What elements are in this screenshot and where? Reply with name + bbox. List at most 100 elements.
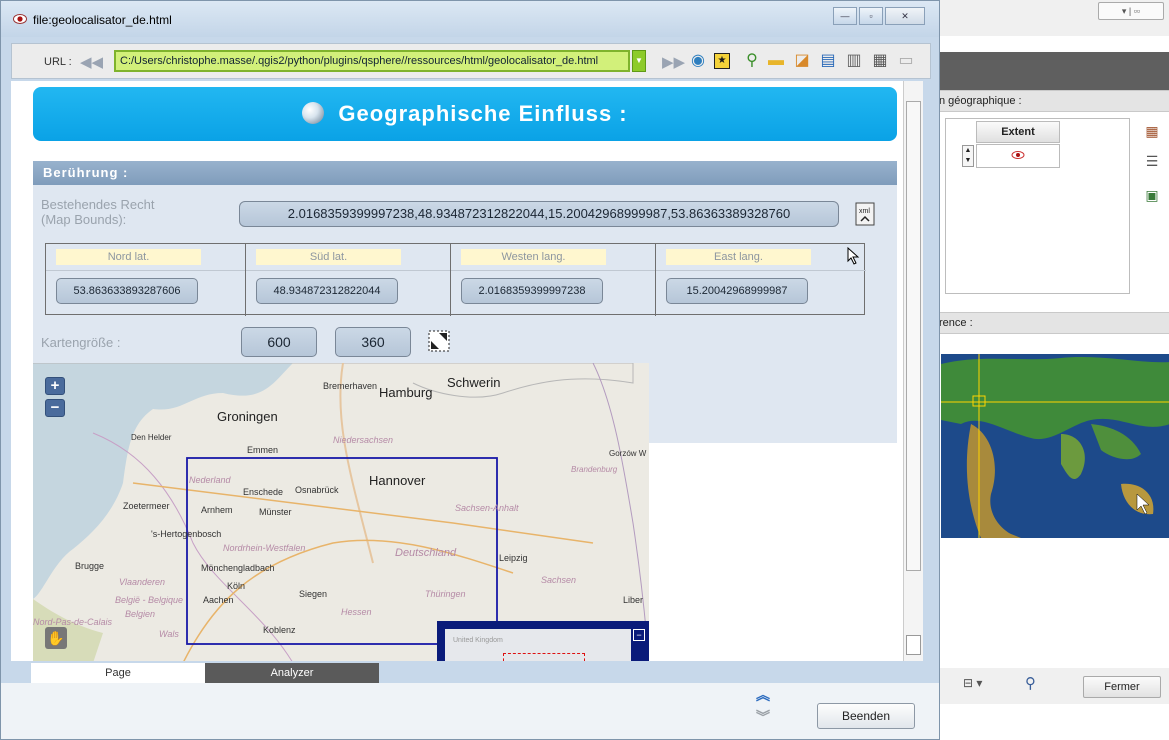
vertical-scrollbar[interactable]: [903, 81, 923, 661]
map-label: Brandenburg: [571, 465, 618, 474]
url-input[interactable]: [114, 50, 630, 72]
bottom-tabs: Page Analyzer: [31, 663, 379, 683]
picture-icon[interactable]: ▣: [1143, 186, 1161, 204]
ruler-dropdown-icon[interactable]: ⊟ ▾: [963, 676, 982, 690]
west-long-cell: Westen lang. 2.0168359399997238: [451, 244, 656, 316]
zoom-in-button[interactable]: +: [45, 377, 65, 395]
beenden-button[interactable]: Beenden: [817, 703, 915, 729]
map-view[interactable]: + − Bremerhaven Hamburg Schwerin Groning…: [33, 363, 649, 661]
maximize-button[interactable]: ▫: [859, 7, 883, 25]
resize-icon[interactable]: [427, 329, 451, 353]
row-spinner[interactable]: ▲ ▼: [962, 145, 974, 167]
tab-page[interactable]: Page: [31, 663, 205, 683]
geolocalisator-window: file:geolocalisator_de.html — ▫ ✕ URL : …: [0, 0, 940, 740]
printer-icon[interactable]: ▤: [818, 51, 838, 71]
cell-separator: [451, 270, 655, 271]
background-section-reference: rence :: [931, 312, 1169, 334]
map-label: Thüringen: [425, 589, 466, 599]
folder-icon[interactable]: ▬: [766, 51, 786, 71]
scroll-down-chevron-icon[interactable]: ︾: [756, 707, 770, 727]
extent-cell[interactable]: [976, 144, 1060, 168]
svg-text:xml: xml: [859, 208, 870, 215]
globe-icon: [302, 102, 325, 124]
background-dark-toolbar: [931, 52, 1169, 90]
overview-minimize-icon[interactable]: −: [633, 629, 645, 641]
cell-separator: [46, 270, 245, 271]
map-label: Bremerhaven: [323, 381, 378, 391]
overview-label: United Kingdom: [453, 637, 503, 644]
south-lat-field[interactable]: 48.934872312822044: [256, 278, 398, 304]
shield-icon[interactable]: ★: [714, 53, 730, 69]
background-extent-table: Extent ▲ ▼: [945, 118, 1130, 294]
background-titlebar: ▾ | ▫▫: [931, 0, 1169, 36]
map-label: Schwerin: [447, 375, 501, 390]
tab-analyzer[interactable]: Analyzer: [205, 663, 379, 683]
xml-icon[interactable]: ▥: [844, 51, 864, 71]
window-footer: [1, 683, 939, 739]
cell-separator: [656, 270, 866, 271]
background-app-window: ▾ | ▫▫ n géographique : Extent ▲ ▼ ▦ ☰ ▣ …: [930, 0, 1169, 740]
map-label: Hessen: [341, 607, 372, 617]
world-map-graphic: [941, 354, 1169, 538]
location-pin-icon[interactable]: ⚲: [742, 51, 762, 71]
banner-title: Geographische Einfluss :: [338, 101, 628, 126]
overview-map-inner: United Kingdom: [445, 629, 631, 661]
mouse-cursor-icon: [847, 247, 860, 265]
minimize-button[interactable]: —: [833, 7, 857, 25]
url-toolbar: URL : ◀◀ ▼ ▶▶ ◉ ★ ⚲ ▬ ◪ ▤ ▥ ▦ ▭: [11, 43, 931, 79]
export-icon[interactable]: ▦: [870, 51, 890, 71]
map-height-field[interactable]: 360: [335, 327, 411, 357]
back-arrow-icon[interactable]: ◀◀: [80, 53, 103, 71]
map-width-field[interactable]: 600: [241, 327, 317, 357]
map-label: Liber: [623, 595, 644, 605]
scrollbar-thumb[interactable]: [906, 101, 921, 571]
map-label: Arnhem: [201, 505, 233, 515]
page-banner: Geographische Einfluss :: [33, 87, 897, 141]
south-lat-cell: Süd lat. 48.934872312822044: [246, 244, 451, 316]
scroll-up-chevron-icon[interactable]: ︽: [756, 685, 770, 705]
map-label: Deutschland: [395, 547, 457, 559]
map-label: Nord-Pas-de-Calais: [33, 617, 113, 627]
map-label: Nederland: [189, 475, 231, 485]
map-label: Gorzów W: [609, 449, 647, 458]
overview-map[interactable]: United Kingdom −: [437, 621, 649, 661]
west-long-field[interactable]: 2.0168359399997238: [461, 278, 603, 304]
background-window-controls[interactable]: ▾ | ▫▫: [1098, 2, 1164, 20]
save-icon[interactable]: ▭: [896, 51, 916, 71]
scrollbar-down-button[interactable]: [906, 635, 921, 655]
pan-hand-icon[interactable]: ✋: [45, 627, 67, 649]
map-label: Koblenz: [263, 625, 296, 635]
map-label: Sachsen: [541, 575, 577, 585]
north-lat-field[interactable]: 53.863633893287606: [56, 278, 198, 304]
map-bounds-field[interactable]: 2.0168359399997238,48.934872312822044,15…: [239, 201, 839, 227]
map-label: Enschede: [243, 487, 284, 497]
world-map-preview[interactable]: [941, 354, 1169, 538]
east-long-field[interactable]: 15.20042968999987: [666, 278, 808, 304]
list-menu-icon[interactable]: ☰: [1143, 152, 1161, 170]
url-dropdown-button[interactable]: ▼: [632, 50, 646, 72]
map-label: Den Helder: [131, 433, 172, 442]
map-label: Hannover: [369, 473, 426, 488]
zoom-icon[interactable]: ⚲: [1025, 674, 1036, 692]
xml-export-icon[interactable]: xml: [853, 201, 879, 227]
map-label: Aachen: [203, 595, 234, 605]
folder-eye-icon[interactable]: ◪: [792, 51, 812, 71]
north-lat-label: Nord lat.: [56, 249, 201, 265]
map-label: Münster: [259, 507, 292, 517]
eye-icon: [1011, 151, 1025, 159]
fermer-button[interactable]: Fermer: [1083, 676, 1161, 698]
map-label: Emmen: [247, 445, 279, 455]
forward-arrow-icon[interactable]: ▶▶: [662, 53, 685, 71]
building-icon[interactable]: ▦: [1143, 122, 1161, 140]
close-window-button[interactable]: ✕: [885, 7, 925, 25]
map-label: Köln: [227, 581, 246, 591]
east-long-label: East lang.: [666, 249, 811, 265]
zoom-out-button[interactable]: −: [45, 399, 65, 417]
east-long-cell: East lang. 15.20042968999987: [656, 244, 866, 316]
extent-column-header[interactable]: Extent: [976, 121, 1060, 143]
map-label: Leipzig: [499, 553, 528, 563]
bounds-label-line2: (Map Bounds):: [41, 212, 127, 227]
cell-separator: [246, 270, 450, 271]
eye-tool-icon[interactable]: ◉: [688, 51, 708, 71]
coordinates-grid: Nord lat. 53.863633893287606 Süd lat. 48…: [45, 243, 866, 316]
